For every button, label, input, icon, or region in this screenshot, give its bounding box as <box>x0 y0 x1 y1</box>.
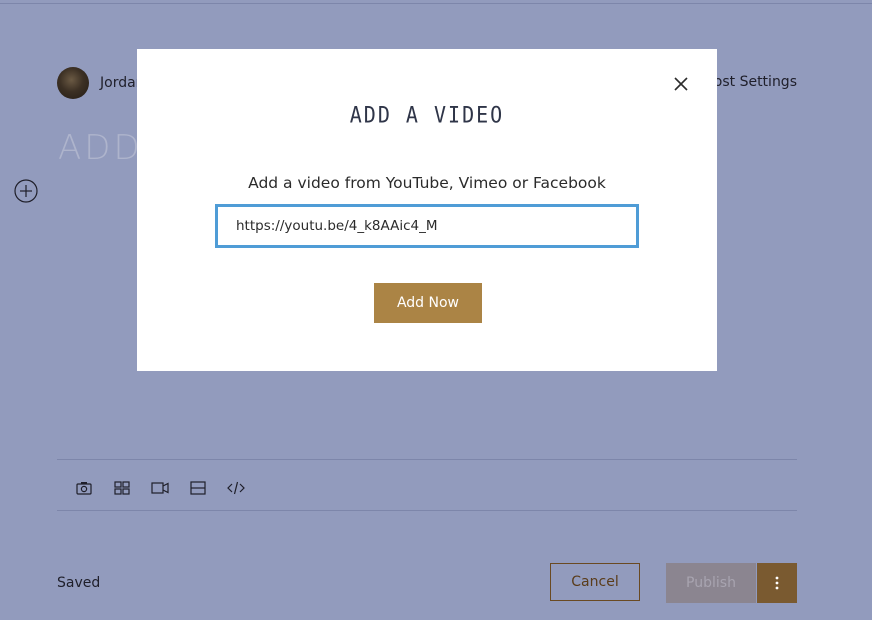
video-url-input[interactable] <box>215 204 639 248</box>
toolbar-bottom-divider <box>57 510 797 511</box>
add-content-icon[interactable] <box>14 179 38 203</box>
video-icon[interactable] <box>150 478 170 498</box>
insert-toolbar <box>74 478 246 498</box>
kebab-menu-icon <box>775 576 779 590</box>
add-now-button[interactable]: Add Now <box>374 283 482 323</box>
divider-icon[interactable] <box>188 478 208 498</box>
modal-subtitle: Add a video from YouTube, Vimeo or Faceb… <box>248 174 606 192</box>
close-icon[interactable] <box>673 76 689 92</box>
camera-icon[interactable] <box>74 478 94 498</box>
publish-button[interactable]: Publish <box>666 563 756 603</box>
more-options-button[interactable] <box>757 563 797 603</box>
author: Jordan <box>57 67 145 99</box>
top-divider <box>0 3 872 4</box>
cancel-button[interactable]: Cancel <box>550 563 640 601</box>
avatar <box>57 67 89 99</box>
post-settings-link[interactable]: Post Settings <box>706 74 797 90</box>
modal-title: ADD A VIDEO <box>349 101 505 129</box>
toolbar-top-divider <box>57 459 797 460</box>
save-status: Saved <box>57 575 101 591</box>
gallery-icon[interactable] <box>112 478 132 498</box>
code-icon[interactable] <box>226 478 246 498</box>
add-video-modal: ADD A VIDEO Add a video from YouTube, Vi… <box>137 49 717 371</box>
